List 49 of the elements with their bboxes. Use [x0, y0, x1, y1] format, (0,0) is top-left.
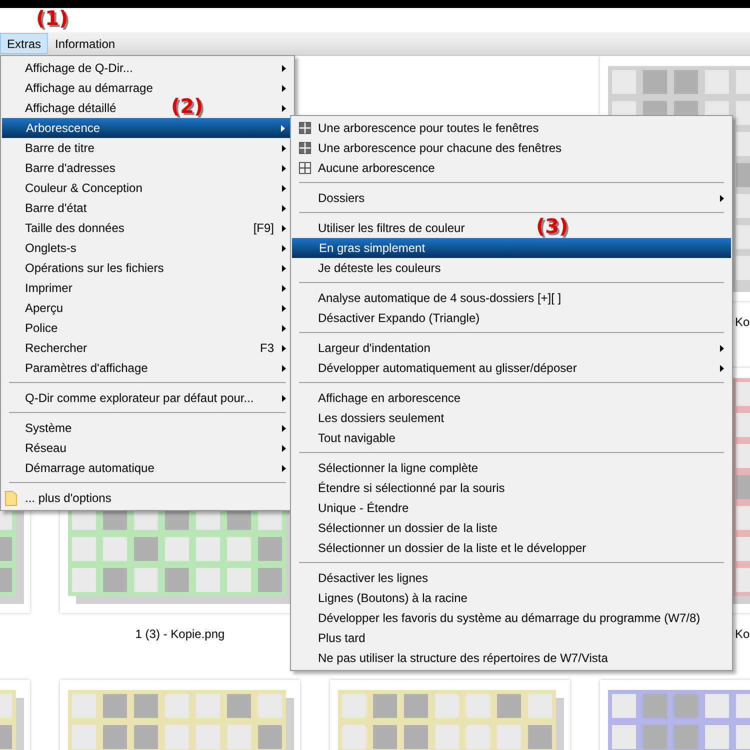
menu-item[interactable]: Plus tard [291, 628, 732, 648]
menu-item[interactable]: Démarrage automatique [1, 458, 294, 478]
menu-item[interactable]: Désactiver les lignes [291, 568, 732, 588]
menu-item[interactable]: Arborescence [2, 118, 293, 138]
file-name: 1 (3) - Kopie.png [135, 627, 225, 641]
menu-item[interactable]: Police [1, 318, 294, 338]
menu-item[interactable]: Sélectionner un dossier de la liste [291, 518, 732, 538]
menu-item[interactable]: Réseau [1, 438, 294, 458]
menu-item[interactable]: Barre d'adresses [1, 158, 294, 178]
menu-item[interactable]: Développer les favoris du système au démarrage du programme (W7/8) [291, 608, 732, 628]
menu-item[interactable]: Affichage de Q-Dir... [1, 58, 294, 78]
menu-item[interactable]: Lignes (Boutons) à la racine [291, 588, 732, 608]
menu-item[interactable]: ... plus d'options [1, 488, 294, 508]
menu-item[interactable]: Barre de titre [1, 138, 294, 158]
folder-icon [5, 490, 17, 506]
menu-item[interactable]: Ne pas utiliser la structure des répertoires de W7/Vista [291, 648, 732, 668]
menu-bar-item[interactable]: Information [48, 33, 122, 54]
menu-item[interactable]: Q-Dir comme explorateur par défaut pour... [1, 388, 294, 408]
menu-item[interactable]: Système [1, 418, 294, 438]
menu-item[interactable]: Dossiers [291, 188, 732, 208]
menu-item[interactable]: Analyse automatique de 4 sous-dossiers [+][ ] [291, 288, 732, 308]
menu-item[interactable]: Onglets-s [1, 238, 294, 258]
file-name: Ko [735, 627, 750, 641]
menu-item[interactable]: Paramètres d'affichage [1, 358, 294, 378]
menu-item[interactable]: Imprimer [1, 278, 294, 298]
menu-item[interactable]: Opérations sur les fichiers [1, 258, 294, 278]
menu-item[interactable]: En gras simplement [292, 238, 731, 258]
file-name: Ko [735, 315, 750, 329]
step-number-label: (1) [36, 6, 68, 30]
menu-item[interactable]: Je déteste les couleurs [291, 258, 732, 278]
menu-item[interactable]: Une arborescence pour chacune des fenêtres [291, 138, 732, 158]
menu-item[interactable]: Largeur d'indentation [291, 338, 732, 358]
menu-item[interactable]: Les dossiers seulement [291, 408, 732, 428]
menu-item[interactable]: Une arborescence pour toutes le fenêtres [291, 118, 732, 138]
menu-item[interactable]: Tout navigable [291, 428, 732, 448]
menu-item[interactable]: Couleur & Conception [1, 178, 294, 198]
menu-bar-item[interactable]: Extras [0, 33, 48, 54]
menu-item[interactable]: Unique - Étendre [291, 498, 732, 518]
menu-item[interactable]: Aperçu [1, 298, 294, 318]
menu-item[interactable]: Désactiver Expando (Triangle) [291, 308, 732, 328]
menu-item[interactable]: Barre d'état [1, 198, 294, 218]
menu-item[interactable]: Étendre si sélectionné par la souris [291, 478, 732, 498]
menu-item[interactable]: Aucune arborescence [291, 158, 732, 178]
menu-item[interactable]: Sélectionner un dossier de la liste et le développer [291, 538, 732, 558]
menu-item[interactable]: Affichage en arborescence [291, 388, 732, 408]
menu-item[interactable]: Développer automatiquement au glisser/déposer [291, 358, 732, 378]
menu-item[interactable]: Rechercher F3 [1, 338, 294, 358]
menu-item[interactable]: Taille des données [F9] [1, 218, 294, 238]
menu-item[interactable]: Sélectionner la ligne complète [291, 458, 732, 478]
